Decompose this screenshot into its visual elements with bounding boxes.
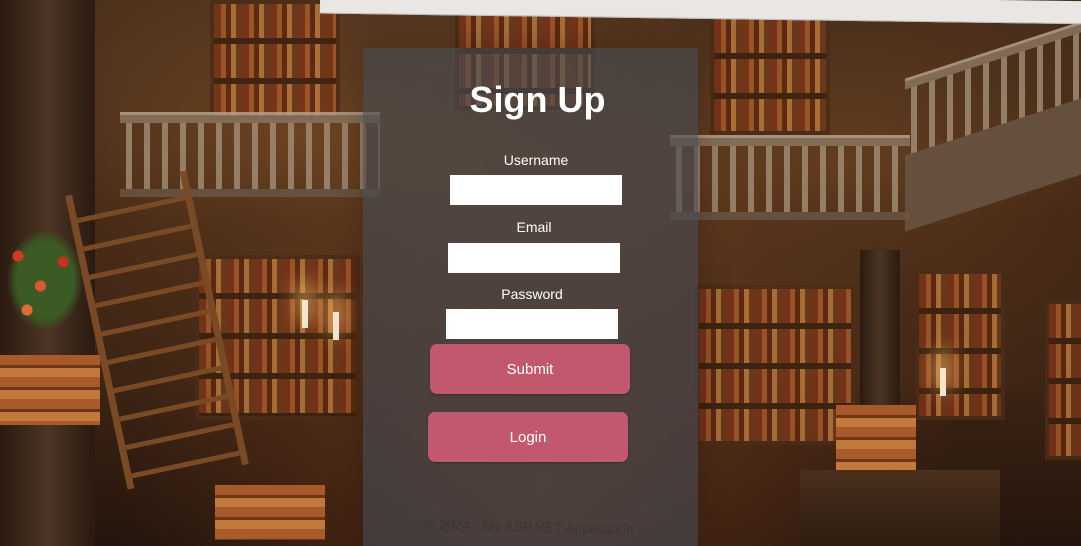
bookshelf [695,285,855,445]
password-input[interactable] [446,309,618,339]
book-stack [836,405,916,470]
email-input[interactable] [448,243,620,273]
bookshelf [1045,300,1081,460]
browser-top-bar [319,0,1081,25]
balcony-railing [670,135,910,220]
candle [302,300,308,328]
balcony-railing [905,21,1081,232]
submit-button[interactable]: Submit [430,344,630,394]
bookshelf [915,270,1005,420]
candle [333,312,339,340]
username-label: Username [503,152,569,168]
password-label: Password [501,286,563,302]
book-stack [215,485,325,540]
username-input[interactable] [450,175,622,205]
book-stack [0,355,100,425]
candle [940,368,946,396]
email-label: Email [516,219,552,235]
page-title: Sign Up [469,79,606,120]
wooden-desk [800,470,1000,546]
carved-column [860,250,900,430]
flower-plant [0,220,90,340]
login-button[interactable]: Login [428,412,628,462]
